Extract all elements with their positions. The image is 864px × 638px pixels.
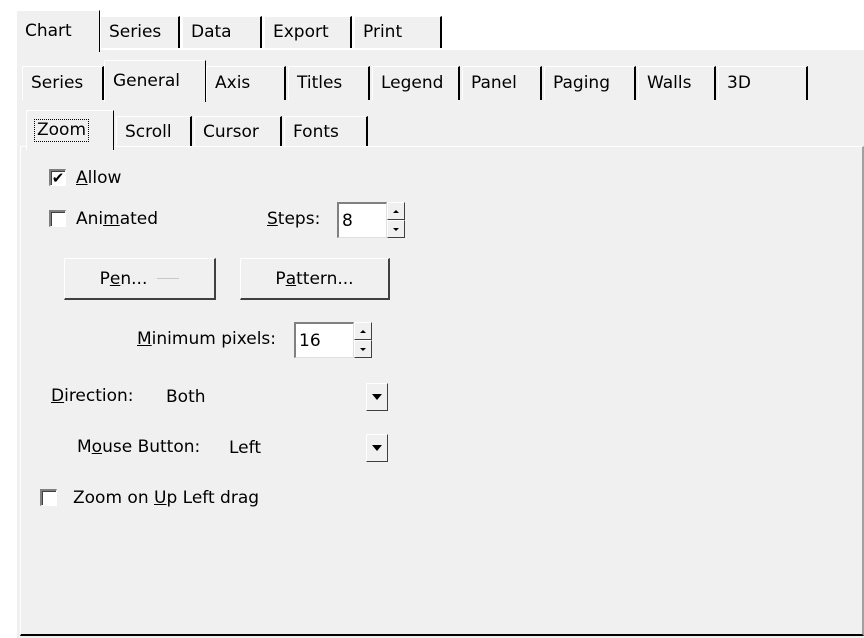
pen-button[interactable]: Pe n...	[64, 258, 216, 300]
tab-general[interactable]: General	[104, 60, 206, 102]
steps-input[interactable]: 8	[337, 202, 387, 238]
check-mark-icon: ✔	[51, 168, 65, 187]
tab-data[interactable]: Data	[182, 16, 262, 48]
mouse-button-label: Mouse Button:	[77, 437, 201, 457]
steps-spinner[interactable]	[387, 202, 405, 238]
direction-label: Direction:	[51, 386, 134, 406]
tab-cursor-label: Cursor	[203, 122, 259, 142]
tab-chart-label: Chart	[25, 21, 72, 41]
arrow-down-icon	[360, 347, 366, 351]
tab-legend[interactable]: Legend	[372, 66, 460, 100]
tab-series[interactable]: Series	[22, 66, 104, 100]
tab-zoom[interactable]: Zoom	[26, 110, 114, 150]
steps-up-button[interactable]	[387, 202, 405, 220]
main-tab-strip: Chart Series Data Export Print	[0, 0, 864, 52]
tab-paging-label: Paging	[553, 73, 610, 93]
tab-data-label: Data	[191, 22, 232, 42]
arrow-up-icon	[360, 329, 366, 333]
tab-legend-label: Legend	[381, 73, 444, 93]
tab-zoom-label: Zoom	[33, 119, 90, 142]
tab-scroll-label: Scroll	[125, 122, 172, 142]
pen-preview-line	[157, 278, 180, 279]
zoom-on-up-left-drag-checkbox[interactable]	[40, 489, 57, 506]
tab-export[interactable]: Export	[264, 16, 352, 48]
minimum-pixels-spinner[interactable]	[354, 322, 372, 358]
tab-export-label: Export	[273, 22, 329, 42]
dropdown-arrow-icon[interactable]	[366, 383, 388, 411]
tab-walls[interactable]: Walls	[638, 66, 716, 100]
tab-print[interactable]: Print	[354, 16, 442, 48]
tab-series-top-label: Series	[109, 22, 162, 42]
dropdown-arrow-icon[interactable]	[366, 434, 388, 462]
tab-panel-label: Panel	[471, 73, 517, 93]
tab-scroll[interactable]: Scroll	[116, 116, 192, 148]
tab-axis[interactable]: Axis	[206, 66, 286, 100]
tab-fonts[interactable]: Fonts	[284, 116, 368, 148]
animated-checkbox[interactable]	[49, 210, 66, 227]
minimum-pixels-input[interactable]: 16	[294, 322, 354, 358]
steps-down-button[interactable]	[387, 220, 405, 238]
tab-chart[interactable]: Chart	[16, 10, 100, 52]
tab-fonts-label: Fonts	[293, 122, 339, 142]
chart-editor-dialog: Chart Series Data Export Print Series Ge…	[0, 0, 864, 638]
tab-3d-label: 3D	[727, 73, 751, 93]
tab-series-top[interactable]: Series	[100, 16, 180, 48]
minimum-pixels-up-button[interactable]	[354, 322, 372, 340]
tab-walls-label: Walls	[647, 73, 692, 93]
tab-cursor[interactable]: Cursor	[194, 116, 282, 148]
pattern-button[interactable]: Pa ttern...	[240, 258, 390, 300]
tab-paging[interactable]: Paging	[544, 66, 636, 100]
mouse-button-select[interactable]: Left	[225, 431, 390, 465]
tab-print-label: Print	[363, 22, 403, 42]
allow-checkbox[interactable]: ✔	[49, 169, 66, 186]
arrow-up-icon	[393, 209, 399, 213]
allow-label: Allow	[76, 168, 122, 188]
direction-select[interactable]: Both	[162, 380, 390, 414]
tab-general-label: General	[113, 71, 180, 91]
minimum-pixels-down-button[interactable]	[354, 340, 372, 358]
animated-label: Animated	[76, 209, 159, 229]
tab-3d[interactable]: 3D	[718, 66, 808, 100]
tab-series-label: Series	[31, 73, 84, 93]
tab-axis-label: Axis	[215, 73, 251, 93]
steps-label: Steps:	[267, 209, 321, 229]
zoom-on-up-left-drag-label: Zoom on Up Left drag	[73, 488, 260, 508]
minimum-pixels-label: Minimum pixels:	[137, 329, 277, 349]
tab-titles-label: Titles	[297, 73, 343, 93]
tab-titles[interactable]: Titles	[288, 66, 370, 100]
arrow-down-icon	[393, 227, 399, 231]
tab-panel[interactable]: Panel	[462, 66, 542, 100]
